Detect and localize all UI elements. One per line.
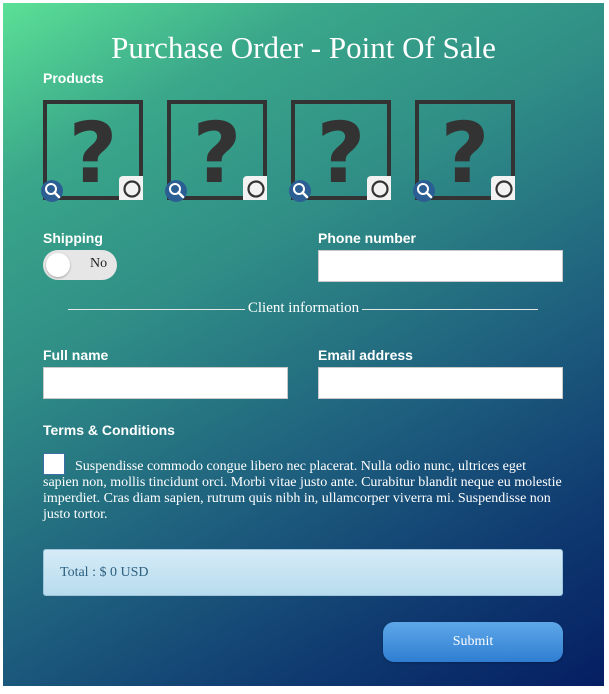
svg-text:?: ? <box>69 104 118 200</box>
toggle-knob <box>46 253 70 277</box>
phone-label: Phone number <box>318 230 417 246</box>
shipping-toggle[interactable]: No <box>43 250 117 280</box>
total-panel: Total : $ 0 USD <box>43 549 563 596</box>
full-name-label: Full name <box>43 347 109 363</box>
terms-label: Terms & Conditions <box>43 422 175 438</box>
product-tile[interactable]: ? <box>413 100 515 202</box>
zoom-icon[interactable] <box>41 180 63 202</box>
purchase-order-form: Purchase Order - Point Of Sale Products … <box>3 3 604 686</box>
terms-text: Suspendisse commodo congue libero nec pl… <box>43 459 562 522</box>
zoom-icon[interactable] <box>289 180 311 202</box>
product-select-radio[interactable] <box>243 176 267 200</box>
toggle-state-label: No <box>90 256 108 271</box>
page-title: Purchase Order - Point Of Sale <box>111 30 496 65</box>
zoom-icon[interactable] <box>165 180 187 202</box>
full-name-input[interactable] <box>43 367 288 399</box>
svg-text:?: ? <box>441 104 490 200</box>
svg-text:?: ? <box>193 104 242 200</box>
products-label: Products <box>43 70 104 86</box>
submit-button[interactable]: Submit <box>383 622 563 662</box>
product-tile[interactable]: ? <box>41 100 143 202</box>
email-label: Email address <box>318 347 413 363</box>
product-tile[interactable]: ? <box>289 100 391 202</box>
product-select-radio[interactable] <box>367 176 391 200</box>
product-select-radio[interactable] <box>491 176 515 200</box>
divider-right <box>362 309 538 310</box>
email-input[interactable] <box>318 367 563 399</box>
total-text: Total : $ 0 USD <box>60 565 149 580</box>
shipping-label: Shipping <box>43 230 103 246</box>
svg-text:?: ? <box>317 104 366 200</box>
zoom-icon[interactable] <box>413 180 435 202</box>
product-select-radio[interactable] <box>119 176 143 200</box>
phone-input[interactable] <box>318 250 563 282</box>
product-tile[interactable]: ? <box>165 100 267 202</box>
